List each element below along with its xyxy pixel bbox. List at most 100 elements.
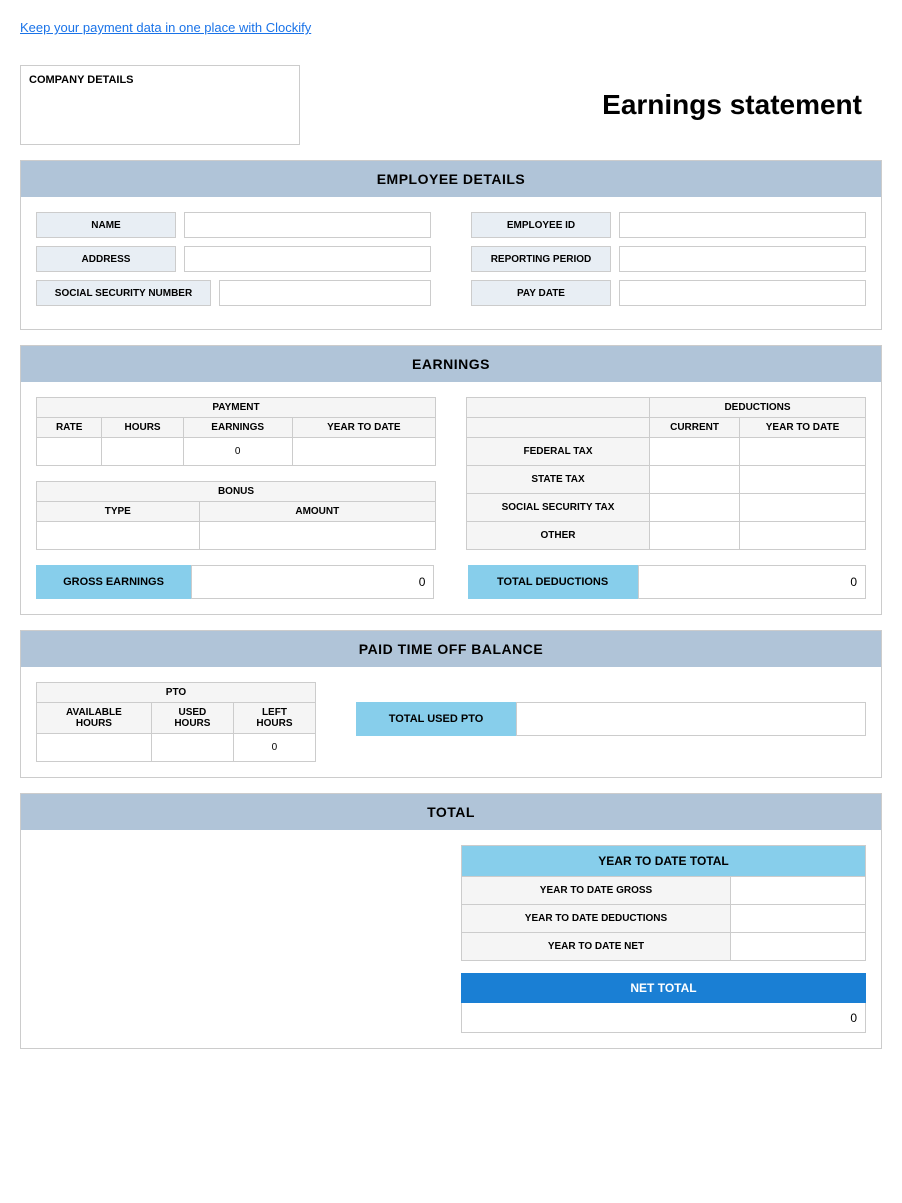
ytd-net-label: YEAR TO DATE NET bbox=[462, 933, 731, 961]
bonus-row bbox=[37, 522, 436, 550]
address-input[interactable] bbox=[184, 246, 431, 272]
reporting-period-input[interactable] bbox=[619, 246, 866, 272]
total-header: TOTAL bbox=[21, 794, 881, 830]
name-row: NAME bbox=[36, 212, 431, 238]
other-label: OTHER bbox=[467, 522, 650, 550]
left-hours-cell: 0 bbox=[233, 734, 315, 762]
payment-earnings-cell: 0 bbox=[183, 438, 292, 466]
federal-tax-ytd bbox=[740, 438, 866, 466]
employee-left-col: NAME ADDRESS SOCIAL SECURITY NUMBER bbox=[36, 212, 431, 314]
total-deductions-row: TOTAL DEDUCTIONS 0 bbox=[468, 565, 866, 599]
payment-earnings-header: EARNINGS bbox=[183, 418, 292, 438]
other-current bbox=[650, 522, 740, 550]
payment-table: PAYMENT RATE HOURS EARNINGS YEAR TO DATE… bbox=[36, 397, 436, 466]
pto-right: TOTAL USED PTO bbox=[356, 702, 866, 736]
payment-ytd-cell bbox=[292, 438, 435, 466]
state-tax-row: STATE TAX bbox=[467, 466, 866, 494]
other-deductions-row: OTHER bbox=[467, 522, 866, 550]
payment-row: 0 bbox=[37, 438, 436, 466]
deductions-table: DEDUCTIONS CURRENT YEAR TO DATE FEDERAL … bbox=[466, 397, 866, 550]
social-security-ytd bbox=[740, 494, 866, 522]
pto-table: PTO AVAILABLEHOURS USEDHOURS LEFTHOURS 0 bbox=[36, 682, 316, 762]
available-hours-header: AVAILABLEHOURS bbox=[37, 703, 152, 734]
other-ytd bbox=[740, 522, 866, 550]
state-tax-label: STATE TAX bbox=[467, 466, 650, 494]
reporting-period-row: REPORTING PERIOD bbox=[471, 246, 866, 272]
bonus-type-header: TYPE bbox=[37, 502, 200, 522]
name-input[interactable] bbox=[184, 212, 431, 238]
employee-id-row: EMPLOYEE ID bbox=[471, 212, 866, 238]
bottom-earnings: GROSS EARNINGS 0 TOTAL DEDUCTIONS 0 bbox=[21, 565, 881, 614]
net-total-section: NET TOTAL 0 bbox=[461, 973, 866, 1033]
earnings-header: EARNINGS bbox=[21, 346, 881, 382]
net-total-value: 0 bbox=[461, 1003, 866, 1033]
clockify-link[interactable]: Keep your payment data in one place with… bbox=[20, 20, 311, 35]
payment-ytd-header: YEAR TO DATE bbox=[292, 418, 435, 438]
deductions-item-header bbox=[467, 418, 650, 438]
total-deductions-label: TOTAL DEDUCTIONS bbox=[468, 565, 638, 599]
payment-rate-header: RATE bbox=[37, 418, 102, 438]
ytd-net-value bbox=[731, 933, 866, 961]
used-hours-header: USEDHOURS bbox=[151, 703, 233, 734]
ytd-net-row: YEAR TO DATE NET bbox=[462, 933, 866, 961]
bonus-amount-header: AMOUNT bbox=[199, 502, 435, 522]
address-row: ADDRESS bbox=[36, 246, 431, 272]
gross-earnings-value: 0 bbox=[191, 565, 434, 599]
deductions-current-header: CURRENT bbox=[650, 418, 740, 438]
ssn-input[interactable] bbox=[219, 280, 431, 306]
ytd-gross-value bbox=[731, 877, 866, 905]
bonus-table: BONUS TYPE AMOUNT bbox=[36, 481, 436, 550]
payment-table-header: PAYMENT bbox=[37, 398, 436, 418]
ssn-row: SOCIAL SECURITY NUMBER bbox=[36, 280, 431, 306]
earnings-right: DEDUCTIONS CURRENT YEAR TO DATE FEDERAL … bbox=[456, 397, 866, 550]
ytd-deductions-value bbox=[731, 905, 866, 933]
page-title: Earnings statement bbox=[602, 89, 882, 121]
total-used-pto-value bbox=[516, 702, 866, 736]
pto-section: PAID TIME OFF BALANCE PTO AVAILABLEHOURS… bbox=[20, 630, 882, 778]
available-hours-cell bbox=[37, 734, 152, 762]
federal-tax-label: FEDERAL TAX bbox=[467, 438, 650, 466]
reporting-period-label: REPORTING PERIOD bbox=[471, 246, 611, 272]
employee-details-section: EMPLOYEE DETAILS NAME ADDRESS SOCIAL SEC… bbox=[20, 160, 882, 330]
bonus-amount-cell bbox=[199, 522, 435, 550]
bonus-table-header: BONUS bbox=[37, 482, 436, 502]
bonus-type-cell bbox=[37, 522, 200, 550]
ytd-deductions-label: YEAR TO DATE DEDUCTIONS bbox=[462, 905, 731, 933]
bonus-table-wrap: BONUS TYPE AMOUNT bbox=[36, 481, 436, 550]
total-right: YEAR TO DATE TOTAL YEAR TO DATE GROSS YE… bbox=[461, 845, 866, 1033]
left-hours-header: LEFTHOURS bbox=[233, 703, 315, 734]
state-tax-current bbox=[650, 466, 740, 494]
company-details-box: COMPANY DETAILS bbox=[20, 65, 300, 145]
ytd-deductions-row: YEAR TO DATE DEDUCTIONS bbox=[462, 905, 866, 933]
pto-table-header: PTO bbox=[37, 683, 316, 703]
ytd-table: YEAR TO DATE TOTAL YEAR TO DATE GROSS YE… bbox=[461, 845, 866, 961]
total-section: TOTAL YEAR TO DATE TOTAL YEAR TO DATE GR… bbox=[20, 793, 882, 1049]
payment-hours-cell bbox=[102, 438, 183, 466]
total-used-pto-label: TOTAL USED PTO bbox=[356, 702, 516, 736]
address-label: ADDRESS bbox=[36, 246, 176, 272]
total-left bbox=[36, 845, 441, 1033]
ssn-label: SOCIAL SECURITY NUMBER bbox=[36, 280, 211, 306]
total-deductions-value: 0 bbox=[638, 565, 866, 599]
name-label: NAME bbox=[36, 212, 176, 238]
employee-details-header: EMPLOYEE DETAILS bbox=[21, 161, 881, 197]
deductions-ytd-header: YEAR TO DATE bbox=[740, 418, 866, 438]
employee-id-label: EMPLOYEE ID bbox=[471, 212, 611, 238]
payment-hours-header: HOURS bbox=[102, 418, 183, 438]
ytd-total-header: YEAR TO DATE TOTAL bbox=[462, 846, 866, 877]
social-security-row: SOCIAL SECURITY TAX bbox=[467, 494, 866, 522]
pay-date-input[interactable] bbox=[619, 280, 866, 306]
employee-right-col: EMPLOYEE ID REPORTING PERIOD PAY DATE bbox=[471, 212, 866, 314]
used-hours-cell bbox=[151, 734, 233, 762]
ytd-gross-row: YEAR TO DATE GROSS bbox=[462, 877, 866, 905]
federal-tax-row: FEDERAL TAX bbox=[467, 438, 866, 466]
state-tax-ytd bbox=[740, 466, 866, 494]
employee-id-input[interactable] bbox=[619, 212, 866, 238]
pto-left: PTO AVAILABLEHOURS USEDHOURS LEFTHOURS 0 bbox=[36, 682, 316, 762]
pto-row: 0 bbox=[37, 734, 316, 762]
earnings-section: EARNINGS PAYMENT RATE HOURS EARNINGS YEA… bbox=[20, 345, 882, 615]
payment-rate-cell bbox=[37, 438, 102, 466]
ytd-gross-label: YEAR TO DATE GROSS bbox=[462, 877, 731, 905]
company-details-label: COMPANY DETAILS bbox=[29, 74, 134, 86]
earnings-left: PAYMENT RATE HOURS EARNINGS YEAR TO DATE… bbox=[36, 397, 436, 550]
